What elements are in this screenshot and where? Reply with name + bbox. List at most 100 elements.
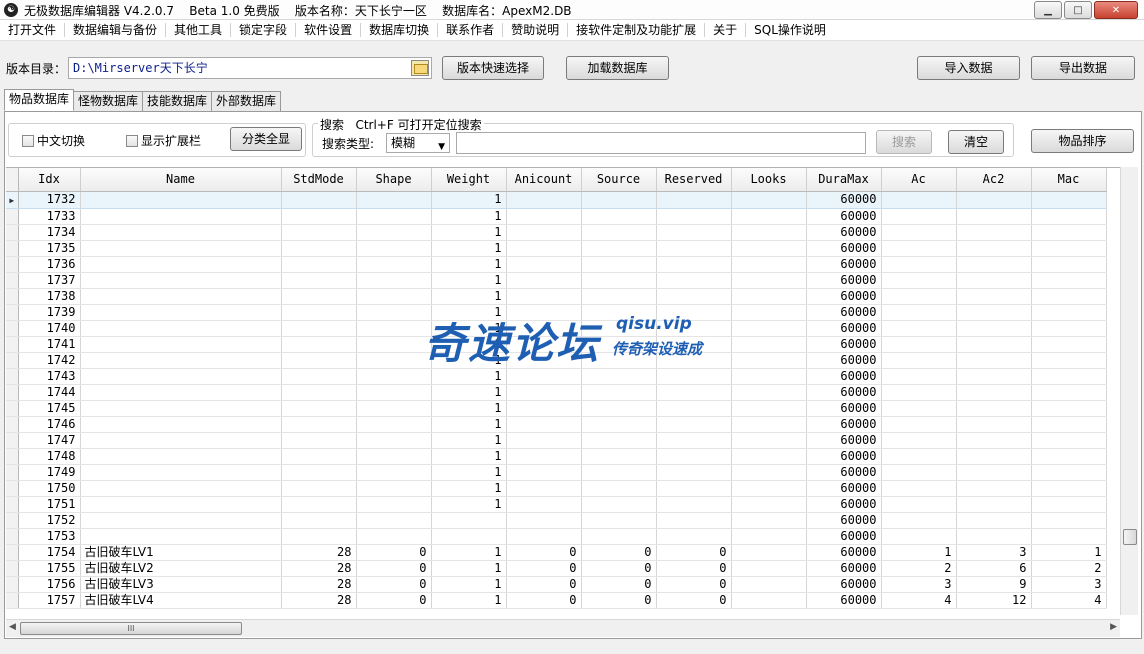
cell-source[interactable]: [581, 208, 657, 225]
cell-name[interactable]: [80, 320, 282, 337]
cell-ac[interactable]: [881, 416, 957, 433]
cell-stdmode[interactable]: [281, 191, 357, 209]
cell-mac[interactable]: [1031, 288, 1107, 305]
cell-name[interactable]: [80, 496, 282, 513]
cell-weight[interactable]: 1: [431, 272, 507, 289]
cell-mac[interactable]: [1031, 272, 1107, 289]
column-header-shape[interactable]: Shape: [356, 168, 432, 192]
cell-idx[interactable]: 1750: [18, 480, 81, 497]
cell-stdmode[interactable]: [281, 288, 357, 305]
cell-name[interactable]: [80, 464, 282, 481]
menu-about[interactable]: 关于: [705, 23, 747, 37]
cell-ac[interactable]: [881, 432, 957, 449]
cell-duramax[interactable]: 60000: [806, 464, 882, 481]
row-header[interactable]: [6, 368, 19, 385]
cell-source[interactable]: [581, 512, 657, 529]
row-header[interactable]: [6, 416, 19, 433]
vertical-scrollbar[interactable]: [1120, 167, 1138, 615]
table-row[interactable]: 1757 古旧破车LV4 28 0 1 0 0 0 60000 4 12 4: [6, 592, 1107, 609]
cell-idx[interactable]: 1743: [18, 368, 81, 385]
cell-stdmode[interactable]: [281, 304, 357, 321]
row-header[interactable]: [6, 480, 19, 497]
cell-reserved[interactable]: [656, 224, 732, 241]
menu-custom-development[interactable]: 接软件定制及功能扩展: [568, 23, 706, 37]
cell-looks[interactable]: [731, 480, 807, 497]
table-row[interactable]: 1742 1 60000: [6, 352, 1107, 369]
cell-reserved[interactable]: [656, 448, 732, 465]
cell-mac[interactable]: [1031, 240, 1107, 257]
cell-shape[interactable]: 0: [356, 560, 432, 577]
cell-source[interactable]: [581, 288, 657, 305]
table-row[interactable]: 1741 1 60000: [6, 336, 1107, 353]
menu-other-tools[interactable]: 其他工具: [166, 23, 232, 37]
cell-source[interactable]: [581, 352, 657, 369]
cell-weight[interactable]: 1: [431, 384, 507, 401]
cell-duramax[interactable]: 60000: [806, 512, 882, 529]
cell-shape[interactable]: [356, 384, 432, 401]
vertical-scroll-thumb[interactable]: [1123, 529, 1137, 545]
cell-weight[interactable]: 1: [431, 240, 507, 257]
cell-idx[interactable]: 1735: [18, 240, 81, 257]
cell-looks[interactable]: [731, 272, 807, 289]
cell-mac[interactable]: [1031, 256, 1107, 273]
row-header[interactable]: [6, 272, 19, 289]
row-header[interactable]: [6, 576, 19, 593]
cell-mac[interactable]: [1031, 528, 1107, 545]
cell-source[interactable]: [581, 528, 657, 545]
cell-ac[interactable]: [881, 528, 957, 545]
cell-source[interactable]: [581, 464, 657, 481]
cell-stdmode[interactable]: 28: [281, 544, 357, 561]
directory-input[interactable]: D:\Mirserver天下长宁: [68, 57, 432, 79]
cell-reserved[interactable]: [656, 528, 732, 545]
cell-source[interactable]: [581, 480, 657, 497]
cell-idx[interactable]: 1745: [18, 400, 81, 417]
cell-shape[interactable]: [356, 480, 432, 497]
table-row[interactable]: 1745 1 60000: [6, 400, 1107, 417]
scroll-left-arrow-icon[interactable]: ◀: [9, 622, 16, 632]
cell-shape[interactable]: [356, 272, 432, 289]
cell-stdmode[interactable]: [281, 336, 357, 353]
cell-ac2[interactable]: [956, 208, 1032, 225]
table-row[interactable]: 1751 1 60000: [6, 496, 1107, 513]
cell-ac2[interactable]: [956, 432, 1032, 449]
cell-anicount[interactable]: [506, 416, 582, 433]
cell-ac[interactable]: [881, 256, 957, 273]
cell-ac2[interactable]: 12: [956, 592, 1032, 609]
cell-ac[interactable]: [881, 400, 957, 417]
search-input[interactable]: [456, 132, 866, 154]
column-header-weight[interactable]: Weight: [431, 168, 507, 192]
version-quick-select-button[interactable]: 版本快速选择: [442, 56, 544, 80]
chinese-switch-checkbox[interactable]: 中文切换: [22, 132, 85, 149]
cell-weight[interactable]: [431, 512, 507, 529]
cell-shape[interactable]: [356, 288, 432, 305]
cell-ac[interactable]: [881, 336, 957, 353]
cell-reserved[interactable]: 0: [656, 560, 732, 577]
row-header[interactable]: [6, 288, 19, 305]
cell-anicount[interactable]: [506, 528, 582, 545]
cell-name[interactable]: [80, 448, 282, 465]
cell-anicount[interactable]: [506, 288, 582, 305]
cell-duramax[interactable]: 60000: [806, 336, 882, 353]
row-header[interactable]: [6, 544, 19, 561]
cell-name[interactable]: [80, 352, 282, 369]
cell-weight[interactable]: 1: [431, 592, 507, 609]
cell-anicount[interactable]: 0: [506, 560, 582, 577]
cell-reserved[interactable]: [656, 496, 732, 513]
cell-duramax[interactable]: 60000: [806, 320, 882, 337]
cell-mac[interactable]: [1031, 368, 1107, 385]
load-database-button[interactable]: 加载数据库: [566, 56, 669, 80]
cell-source[interactable]: [581, 272, 657, 289]
cell-idx[interactable]: 1754: [18, 544, 81, 561]
cell-ac2[interactable]: [956, 240, 1032, 257]
cell-anicount[interactable]: [506, 240, 582, 257]
cell-looks[interactable]: [731, 224, 807, 241]
cell-stdmode[interactable]: [281, 240, 357, 257]
cell-mac[interactable]: 4: [1031, 592, 1107, 609]
cell-looks[interactable]: [731, 544, 807, 561]
cell-idx[interactable]: 1752: [18, 512, 81, 529]
cell-shape[interactable]: 0: [356, 592, 432, 609]
cell-shape[interactable]: [356, 352, 432, 369]
cell-duramax[interactable]: 60000: [806, 544, 882, 561]
cell-stdmode[interactable]: [281, 400, 357, 417]
cell-stdmode[interactable]: [281, 528, 357, 545]
